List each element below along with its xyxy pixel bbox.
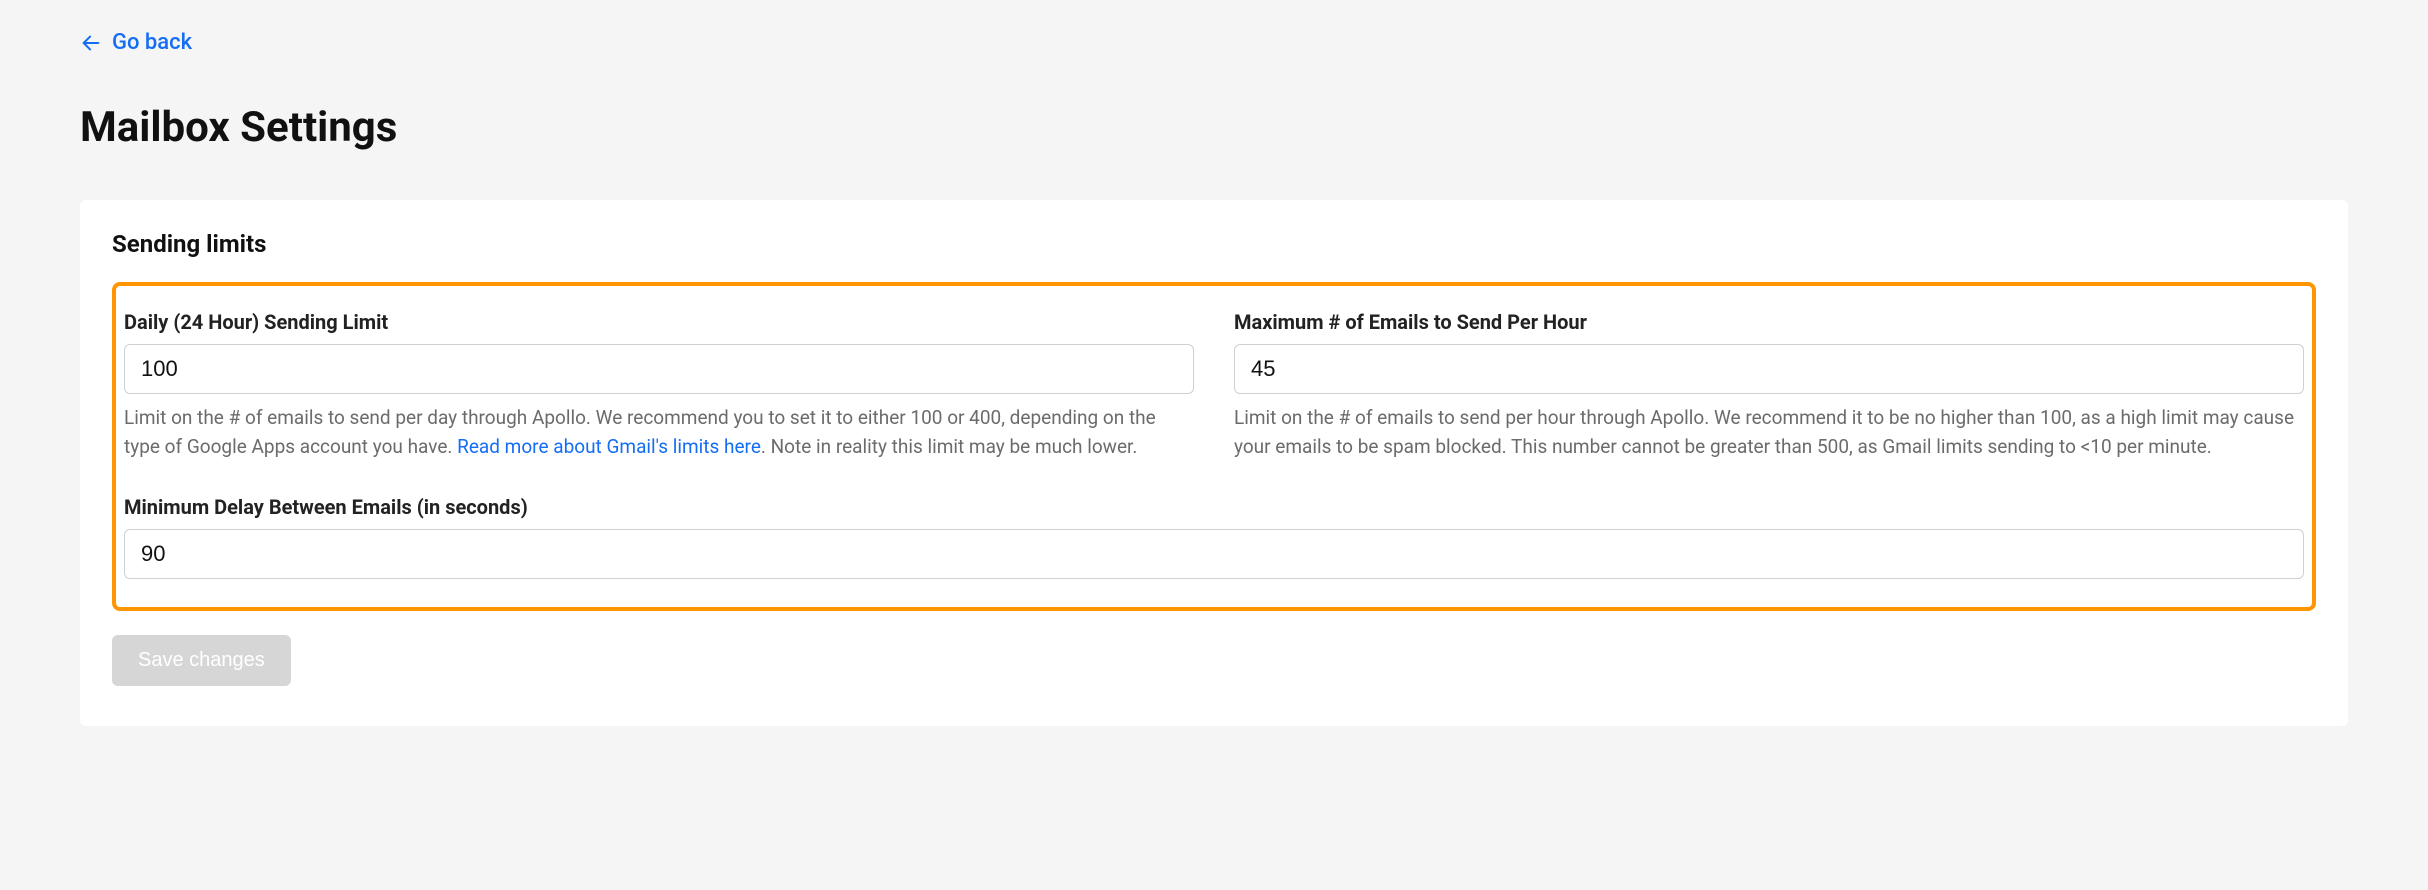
delay-field: Minimum Delay Between Emails (in seconds… [124, 495, 2304, 579]
hourly-limit-label: Maximum # of Emails to Send Per Hour [1234, 310, 2304, 334]
page-title: Mailbox Settings [80, 103, 2348, 152]
arrow-left-icon [80, 32, 102, 54]
delay-input[interactable] [124, 529, 2304, 579]
go-back-link[interactable]: Go back [80, 30, 192, 55]
delay-label: Minimum Delay Between Emails (in seconds… [124, 495, 2304, 519]
daily-limit-label: Daily (24 Hour) Sending Limit [124, 310, 1194, 334]
settings-card: Sending limits Daily (24 Hour) Sending L… [80, 200, 2348, 726]
hourly-limit-helper: Limit on the # of emails to send per hou… [1234, 404, 2304, 461]
section-title: Sending limits [112, 230, 2316, 258]
gmail-limits-link[interactable]: Read more about Gmail's limits here [457, 435, 761, 458]
go-back-label: Go back [112, 30, 192, 55]
sending-limits-highlight: Daily (24 Hour) Sending Limit Limit on t… [112, 282, 2316, 611]
daily-limit-field: Daily (24 Hour) Sending Limit Limit on t… [124, 310, 1194, 461]
save-changes-button[interactable]: Save changes [112, 635, 291, 686]
daily-limit-input[interactable] [124, 344, 1194, 394]
hourly-limit-input[interactable] [1234, 344, 2304, 394]
daily-limit-helper: Limit on the # of emails to send per day… [124, 404, 1194, 461]
hourly-limit-field: Maximum # of Emails to Send Per Hour Lim… [1234, 310, 2304, 461]
